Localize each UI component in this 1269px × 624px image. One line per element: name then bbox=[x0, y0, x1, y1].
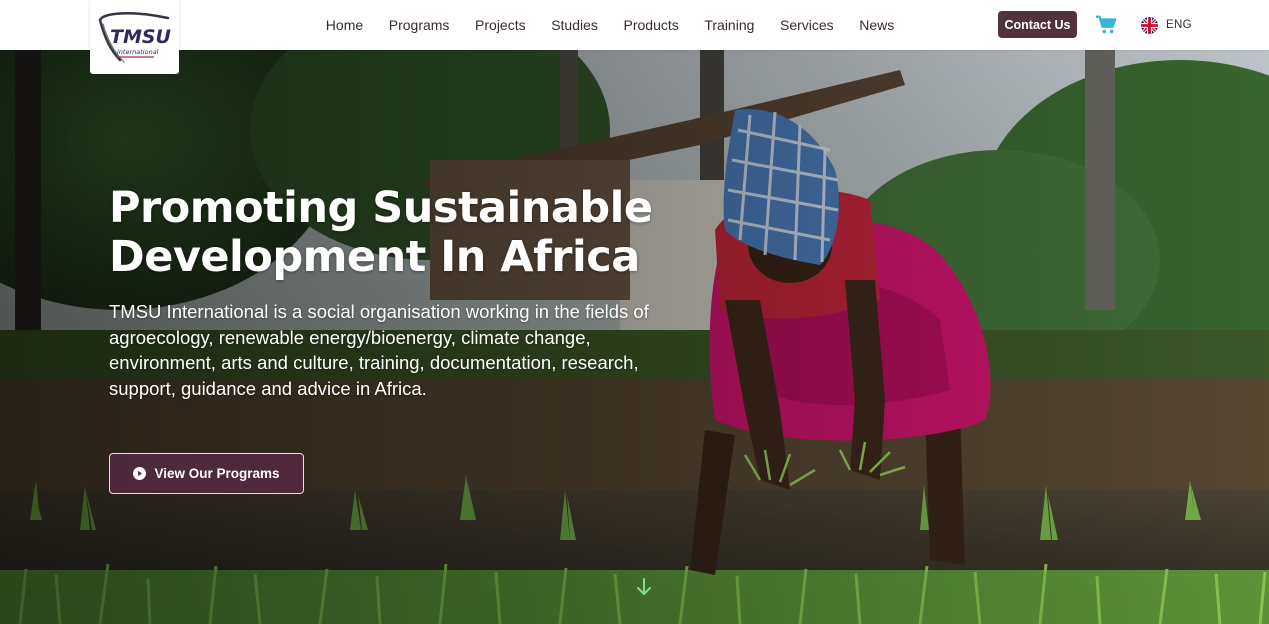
main-nav: Home Programs Projects Studies Products … bbox=[313, 0, 907, 50]
uk-flag-icon bbox=[1141, 16, 1158, 34]
arrow-down-icon[interactable] bbox=[635, 577, 653, 597]
contact-us-button[interactable]: Contact Us bbox=[998, 11, 1077, 38]
hero-description: TMSU International is a social organisat… bbox=[109, 301, 649, 399]
hero-title: Promoting Sustainable Development In Afr… bbox=[109, 183, 653, 282]
site-logo[interactable]: TMSU international bbox=[90, 0, 179, 74]
language-label: ENG bbox=[1166, 19, 1192, 31]
language-switcher[interactable]: ENG bbox=[1141, 16, 1192, 34]
logo-text: TMSU bbox=[110, 26, 172, 48]
nav-link-products[interactable]: Products bbox=[611, 0, 692, 50]
site-header: Home Programs Projects Studies Products … bbox=[0, 0, 1269, 50]
nav-link-programs[interactable]: Programs bbox=[376, 0, 462, 50]
nav-link-projects[interactable]: Projects bbox=[462, 0, 538, 50]
nav-link-news[interactable]: News bbox=[846, 0, 907, 50]
nav-link-services[interactable]: Services bbox=[767, 0, 846, 50]
hero-section: Promoting Sustainable Development In Afr… bbox=[0, 50, 1269, 624]
nav-link-studies[interactable]: Studies bbox=[538, 0, 610, 50]
cart-icon[interactable] bbox=[1095, 14, 1118, 36]
tmsu-logo-icon: TMSU international bbox=[98, 12, 172, 63]
nav-link-home[interactable]: Home bbox=[313, 0, 376, 50]
view-programs-label: View Our Programs bbox=[154, 466, 280, 481]
nav-link-training[interactable]: Training bbox=[692, 0, 768, 50]
view-programs-button[interactable]: View Our Programs bbox=[109, 453, 304, 494]
play-circle-icon bbox=[133, 467, 147, 480]
logo-subtext: international bbox=[117, 48, 159, 56]
